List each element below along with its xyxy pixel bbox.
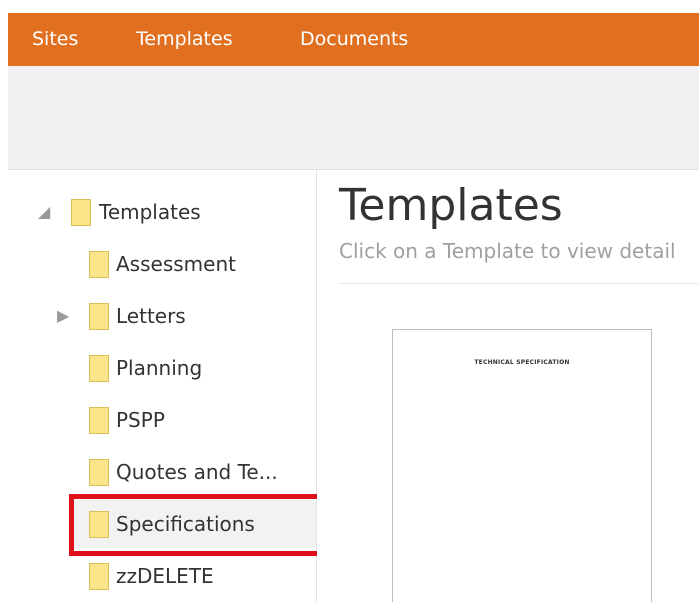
top-navigation-bar: Sites Templates Documents: [8, 13, 699, 66]
tree-item-quotes-and-tenders[interactable]: Quotes and Te...: [8, 452, 308, 492]
nav-documents-link[interactable]: Documents: [300, 13, 408, 66]
folder-icon: [71, 199, 91, 226]
tree-item-label: zzDELETE: [116, 564, 214, 588]
folder-icon: [89, 407, 109, 434]
tree-item-label: Quotes and Te...: [116, 460, 278, 484]
tree-item-pspp[interactable]: PSPP: [8, 400, 308, 440]
nav-templates-link[interactable]: Templates: [136, 13, 233, 66]
expand-arrow-icon[interactable]: ▶: [57, 296, 69, 336]
tree-item-label: PSPP: [116, 408, 165, 432]
folder-icon: [89, 251, 109, 278]
template-preview-card[interactable]: TECHNICAL SPECIFICATION: [392, 329, 652, 602]
tree-item-assessment[interactable]: Assessment: [8, 244, 308, 284]
template-preview-title: TECHNICAL SPECIFICATION: [474, 359, 570, 366]
window-top-edge: [0, 0, 699, 13]
page-title: Templates: [339, 180, 563, 231]
tree-item-label: Assessment: [116, 252, 236, 276]
page-subtitle: Click on a Template to view detail: [339, 239, 676, 263]
folder-icon: [89, 459, 109, 486]
tree-item-label: Planning: [116, 356, 203, 380]
tree-item-label: Letters: [116, 304, 186, 328]
divider: [339, 283, 699, 284]
folder-icon: [89, 563, 109, 590]
tree-item-label: Templates: [99, 200, 201, 224]
highlight-annotation-box: [69, 494, 341, 556]
main-content: Templates Click on a Template to view de…: [317, 170, 699, 602]
tree-item-zzdelete[interactable]: zzDELETE: [8, 556, 308, 596]
folder-icon: [89, 355, 109, 382]
tree-item-planning[interactable]: Planning: [8, 348, 308, 388]
toolbar-area: [8, 66, 699, 170]
nav-sites-link[interactable]: Sites: [32, 13, 78, 66]
collapse-arrow-icon[interactable]: ◢: [38, 192, 50, 232]
tree-item-letters[interactable]: ▶ Letters: [8, 296, 308, 336]
tree-item-templates[interactable]: ◢ Templates: [8, 192, 308, 232]
folder-icon: [89, 303, 109, 330]
